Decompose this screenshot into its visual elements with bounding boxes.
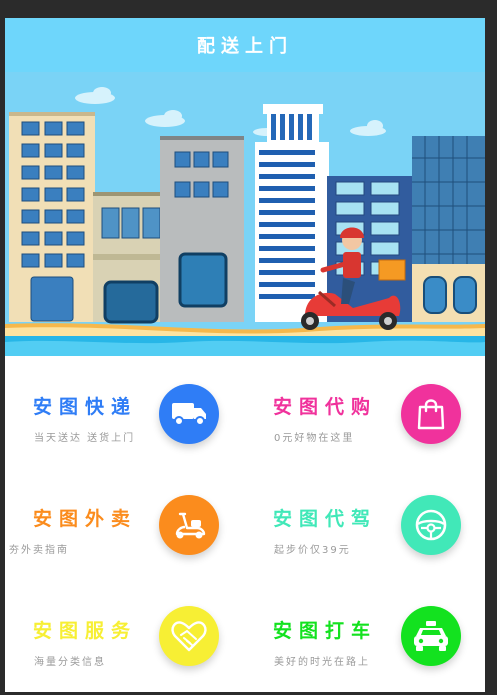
service-name: 安图服务 [33,620,138,642]
service-item-driver[interactable]: 安图代驾 起步价仅39元 [245,468,485,580]
service-name: 安图快递 [33,396,138,418]
handshake-heart-icon[interactable] [159,606,219,666]
service-name: 安图打车 [273,620,378,642]
service-name: 安图外卖 [33,508,138,530]
scooter-icon[interactable] [159,495,219,555]
steering-wheel-icon[interactable] [401,495,461,555]
glass-tower [412,136,485,322]
delivery-banner[interactable] [5,72,485,356]
service-name: 安图代购 [273,396,378,418]
service-grid: 安图快递 当天送达 送货上门 安图代购 0元好物在这里 安图外卖 夯外卖指南 安… [5,356,485,692]
service-item-express[interactable]: 安图快递 当天送达 送货上门 [5,356,245,468]
city-delivery-illustration [5,72,485,356]
service-subtitle: 夯外卖指南 [9,545,69,556]
service-subtitle: 起步价仅39元 [274,545,351,556]
shopping-bag-icon[interactable] [401,384,461,444]
truck-icon[interactable] [159,384,219,444]
service-name: 安图代驾 [273,508,378,530]
service-item-purchase[interactable]: 安图代购 0元好物在这里 [245,356,485,468]
taxi-icon[interactable] [401,606,461,666]
beige-building [9,112,95,322]
service-item-taxi[interactable]: 安图打车 美好的时光在路上 [245,580,485,692]
service-subtitle: 当天送达 送货上门 [34,433,136,444]
service-subtitle: 0元好物在这里 [274,433,355,444]
service-item-takeout[interactable]: 安图外卖 夯外卖指南 [5,468,245,580]
page-title: 配送上门 [197,36,293,57]
service-subtitle: 海量分类信息 [34,657,106,668]
service-subtitle: 美好的时光在路上 [274,657,370,668]
header-bar: 配送上门 [5,18,485,72]
phone-screen: 配送上门 安图快递 当天送达 送货上门 安图代购 0元好物在这里 安图外卖 夯外… [5,18,485,692]
grey-building [160,136,244,322]
service-item-services[interactable]: 安图服务 海量分类信息 [5,580,245,692]
